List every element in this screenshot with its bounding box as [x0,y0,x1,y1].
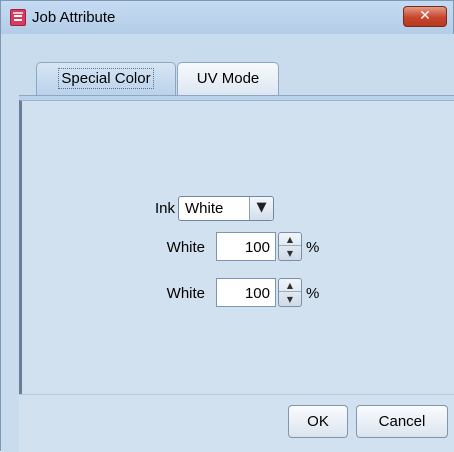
job-attribute-dialog: Job Attribute ✕ Special Color UV Mode In… [0,0,454,452]
job-app-icon [10,9,26,26]
tab-uv-mode-label: UV Mode [196,70,260,87]
spin-down-icon[interactable]: ▼ [279,247,301,260]
left-margin [1,100,19,452]
white-value-field-2[interactable]: 100 [216,278,276,307]
tab-uv-mode[interactable]: UV Mode [177,62,279,95]
ink-select[interactable]: White ▼ [178,196,274,221]
chevron-down-icon[interactable]: ▼ [249,197,273,220]
close-icon: ✕ [419,8,431,24]
tab-special-color-label: Special Color [58,68,154,89]
ok-button[interactable]: OK [288,405,348,438]
title-bar[interactable]: Job Attribute ✕ [1,1,453,34]
spin-up-icon[interactable]: ▲ [279,233,301,246]
spin-down-icon[interactable]: ▼ [279,293,301,306]
close-button[interactable]: ✕ [403,6,447,27]
white-spinner-2[interactable]: ▲ ▼ [278,278,302,307]
tab-special-color[interactable]: Special Color [36,62,176,96]
window-title: Job Attribute [32,9,116,26]
percent-unit-2: % [306,285,320,302]
white-spinner-1[interactable]: ▲ ▼ [278,232,302,261]
ink-label: Ink [154,200,175,217]
white-label-1: White [166,239,205,256]
ink-select-value: White [185,200,224,217]
white-value-field-1[interactable]: 100 [216,232,276,261]
white-label-2: White [166,285,205,302]
spin-up-icon[interactable]: ▲ [279,279,301,292]
percent-unit-1: % [306,239,320,256]
cancel-button[interactable]: Cancel [356,405,448,438]
